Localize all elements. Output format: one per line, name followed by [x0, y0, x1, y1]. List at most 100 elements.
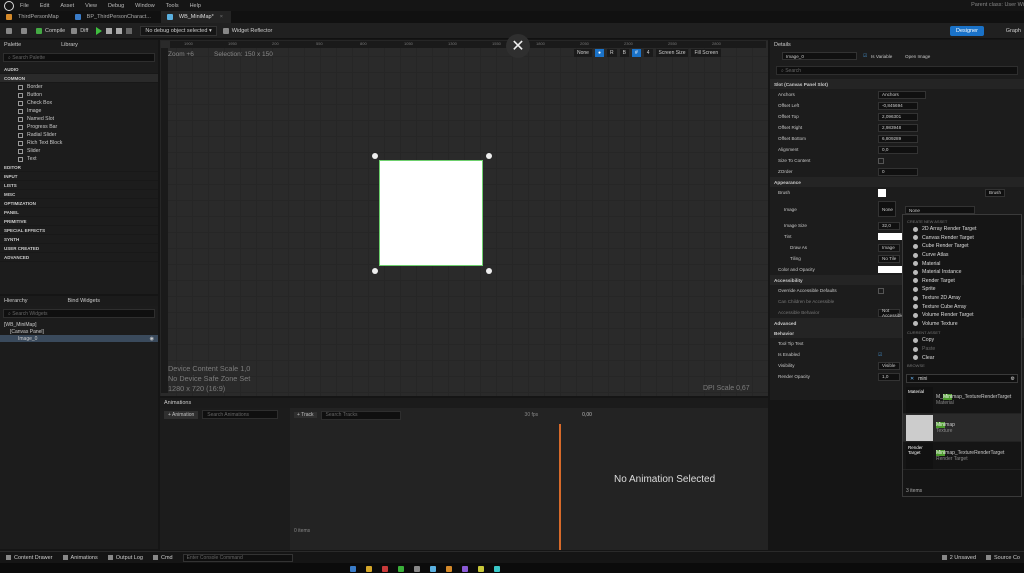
fill-screen-dropdown[interactable]: Fill Screen [691, 49, 722, 57]
create-asset-item[interactable]: Texture 2D Array [903, 294, 1021, 303]
tab-thirdpersonmap[interactable]: ThirdPersonMap [0, 11, 67, 23]
draw-as-dropdown[interactable]: Image [878, 243, 900, 252]
details-search-input[interactable]: ⌕ Search [776, 66, 1018, 75]
brush-color-swatch[interactable] [878, 188, 886, 197]
settings-icon[interactable]: ⚙ [1011, 376, 1015, 382]
palette-item[interactable]: Border [0, 83, 158, 91]
palette-category[interactable]: PANEL [0, 208, 158, 217]
console-input[interactable]: Enter Console Command [182, 553, 293, 562]
hierarchy-search-input[interactable]: ⌕ Search Widgets [3, 309, 155, 318]
visibility-eye-icon[interactable]: ◉ [150, 336, 154, 342]
property-value-field[interactable]: Anchors [878, 90, 926, 99]
widget-name-field[interactable]: Image_0 [782, 52, 857, 60]
more-play-options-icon[interactable] [126, 27, 133, 34]
asset-result[interactable]: Material M_Minimap_TextureRenderTarget Mat… [903, 386, 1021, 414]
palette-category[interactable]: USER CREATED [0, 244, 158, 253]
render-opacity-field[interactable]: 1,0 [878, 372, 900, 381]
bind-widgets-tab[interactable]: Bind Widgets [68, 298, 100, 304]
palette-category[interactable]: SPECIAL EFFECTS [0, 226, 158, 235]
taskbar-app-icon[interactable] [494, 566, 500, 572]
palette-category-audio[interactable]: AUDIO [0, 65, 158, 74]
current-asset-action[interactable]: Clear [903, 353, 1021, 362]
visibility-dropdown[interactable]: Visible [878, 361, 900, 370]
taskbar-app-icon[interactable] [414, 566, 420, 572]
palette-category[interactable]: PRIMITIVE [0, 217, 158, 226]
palette-item[interactable]: Radial Slider [0, 131, 158, 139]
palette-item[interactable]: Check Box [0, 99, 158, 107]
create-asset-item[interactable]: 2D Array Render Target [903, 225, 1021, 234]
menu-tools[interactable]: Tools [166, 3, 179, 9]
resolution-b-button[interactable]: B [619, 49, 629, 57]
create-asset-item[interactable]: Volume Render Target [903, 311, 1021, 320]
menu-asset[interactable]: Asset [60, 3, 74, 9]
tab-bp-thirdpersoncharacter[interactable]: BP_ThirdPersonCharact... [69, 11, 159, 23]
hierarchy-tab[interactable]: Hierarchy [4, 298, 28, 304]
hierarchy-row-root[interactable]: [WB_MiniMap] [0, 321, 158, 328]
palette-item[interactable]: Text [0, 155, 158, 163]
taskbar-app-icon[interactable] [462, 566, 468, 572]
palette-category[interactable]: INPUT [0, 172, 158, 181]
taskbar-app-icon[interactable] [430, 566, 436, 572]
brush-mode-dropdown[interactable]: Brush [985, 188, 1005, 197]
source-control-button[interactable]: Source Co [986, 555, 1020, 561]
create-asset-item[interactable]: Material [903, 259, 1021, 268]
playhead-line[interactable] [559, 424, 561, 550]
property-value-field[interactable]: 6,809289 [878, 134, 918, 143]
create-asset-item[interactable]: Material Instance [903, 268, 1021, 277]
hierarchy-row-image[interactable]: Image_0 ◉ [0, 335, 158, 342]
tab-wb-minimap[interactable]: WB_MiniMap* × [160, 11, 231, 23]
anchor-handle-icon[interactable] [486, 268, 492, 274]
grid-snap-icon[interactable]: # [631, 49, 641, 57]
is-enabled-checkbox[interactable]: ☑ [878, 352, 882, 358]
cmd-dropdown[interactable]: Cmd [152, 555, 173, 561]
palette-search-input[interactable]: ⌕ Search Palette [3, 53, 155, 62]
asset-selector-combo[interactable]: None [905, 206, 975, 214]
menu-window[interactable]: Window [135, 3, 155, 9]
menu-edit[interactable]: Edit [40, 3, 49, 9]
debug-object-dropdown[interactable]: No debug object selected ▾ [140, 25, 217, 36]
background-none-button[interactable]: None [574, 49, 592, 57]
create-asset-item[interactable]: Canvas Render Target [903, 234, 1021, 243]
asset-result[interactable]: Minimap Texture [903, 414, 1021, 442]
palette-category[interactable]: MISC [0, 190, 158, 199]
current-asset-action[interactable]: Paste [903, 345, 1021, 354]
browse-button[interactable] [21, 27, 30, 34]
property-value-field[interactable]: 0,0 [878, 145, 918, 154]
taskbar-app-icon[interactable] [382, 566, 388, 572]
menu-file[interactable]: File [20, 3, 29, 9]
tint-color-swatch[interactable] [878, 233, 902, 240]
palette-category-common[interactable]: COMMON [0, 74, 158, 83]
acc-behavior-dropdown[interactable]: Not Accessible [878, 308, 904, 318]
palette-item[interactable]: Image [0, 107, 158, 115]
pause-icon[interactable] [106, 27, 113, 34]
taskbar-app-icon[interactable] [446, 566, 452, 572]
menu-view[interactable]: View [85, 3, 97, 9]
appearance-section-header[interactable]: Appearance [770, 177, 1024, 187]
property-value-field[interactable]: 2,096301 [878, 112, 918, 121]
create-asset-item[interactable]: Volume Texture [903, 320, 1021, 329]
close-tab-icon[interactable]: × [220, 14, 223, 20]
compile-button[interactable]: Compile [36, 27, 65, 34]
asset-filter-input[interactable]: ✕ mini ⚙ [906, 374, 1018, 383]
open-image-button[interactable]: Open Image [905, 54, 930, 59]
palette-category[interactable]: SYNTH [0, 235, 158, 244]
unsaved-button[interactable]: 2 Unsaved [941, 555, 976, 561]
grid-size-value[interactable]: 4 [643, 49, 653, 57]
content-drawer-button[interactable]: Content Drawer [6, 555, 53, 561]
animations-drawer-button[interactable]: Animations [62, 555, 98, 561]
add-animation-button[interactable]: + Animation [164, 410, 199, 419]
property-value-field[interactable]: 0 [878, 167, 918, 176]
stop-icon[interactable] [116, 27, 123, 34]
toggle-button[interactable]: ● [594, 49, 604, 57]
override-acc-checkbox[interactable] [878, 287, 884, 294]
palette-category[interactable]: EDITOR [0, 163, 158, 172]
taskbar-app-icon[interactable] [350, 566, 356, 572]
is-variable-checkbox[interactable]: ☑ [863, 53, 867, 59]
tiling-dropdown[interactable]: No Tile [878, 254, 900, 263]
designer-mode-button[interactable]: Designer [949, 26, 984, 36]
fps-dropdown[interactable]: 30 fps [525, 412, 539, 418]
palette-category[interactable]: LISTS [0, 181, 158, 190]
add-track-button[interactable]: + Track [294, 412, 317, 418]
widget-reflector-button[interactable]: Widget Reflector [222, 27, 272, 34]
palette-tab[interactable]: Palette [4, 42, 21, 48]
